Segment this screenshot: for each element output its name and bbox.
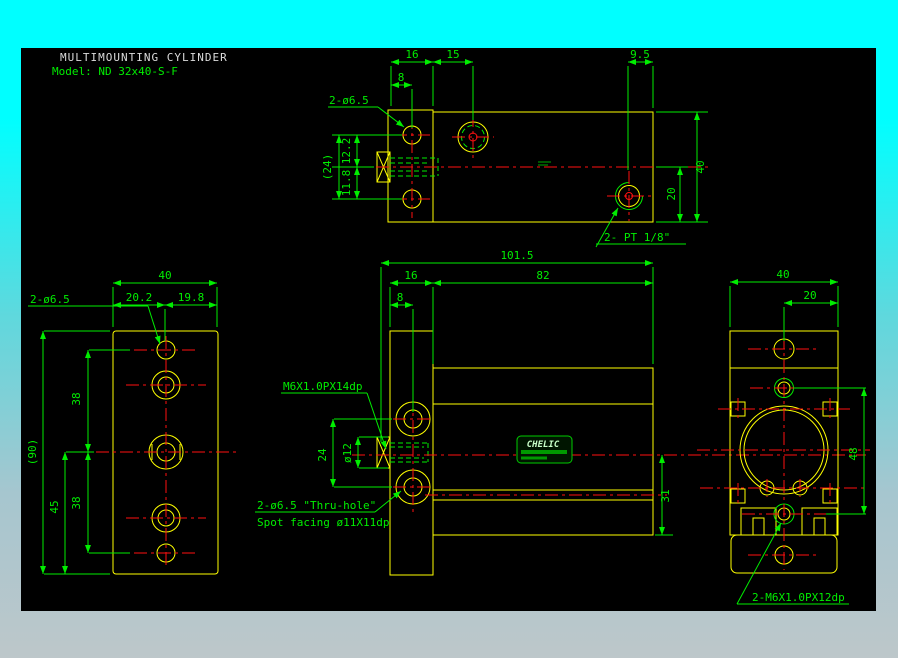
drawing-model: Model: ND 32x40-S-F: [52, 65, 178, 78]
drawing-title: MULTIMOUNTING CYLINDER: [60, 51, 228, 64]
dim-label: 20: [665, 187, 678, 200]
thru-hole-callout: 2-ø6.5 "Thru-hole": [257, 499, 376, 512]
dim-label: 101.5: [500, 249, 533, 262]
logo-text: CHELIC: [527, 440, 560, 450]
dim-label: 20: [803, 289, 816, 302]
dim-label: 45: [48, 500, 61, 513]
dim-label: 82: [536, 269, 549, 282]
dim-label: 19.8: [178, 291, 205, 304]
dim-label: 48: [847, 447, 860, 460]
thread-callout: 2-M6X1.0PX12dp: [752, 591, 845, 604]
dim-label: 40: [776, 268, 789, 281]
dim-label: (24): [321, 154, 334, 181]
thread-callout: M6X1.0PX14dp: [283, 380, 362, 393]
dim-label: 15: [446, 48, 459, 61]
dim-label: ø12: [341, 443, 354, 463]
dim-label: 16: [404, 269, 417, 282]
dim-label: 24: [316, 448, 329, 462]
brand-logo: CHELIC: [516, 435, 573, 464]
spot-facing-callout: Spot facing ø11X11dp: [257, 516, 389, 529]
dim-label: 16: [405, 48, 418, 61]
dim-label: 8: [398, 71, 405, 84]
port-callout: 2- PT 1/8": [604, 231, 670, 244]
dim-label: 31: [659, 489, 672, 502]
dim-label: 38: [70, 392, 83, 405]
dim-label: 9.5: [630, 48, 650, 61]
dim-label: 8: [397, 291, 404, 304]
dim-label: 38: [70, 496, 83, 509]
drawing-canvas[interactable]: [21, 48, 876, 611]
cad-viewport: MULTIMOUNTING CYLINDER Model: ND 32x40-S…: [21, 48, 876, 611]
dim-label: 12.2: [340, 138, 353, 165]
hole-callout: 2-ø6.5: [30, 293, 70, 306]
dim-label: 11.8: [340, 170, 353, 197]
dim-label: (90): [26, 439, 39, 466]
dim-label: 40: [158, 269, 171, 282]
dim-label: 20.2: [126, 291, 153, 304]
hole-callout: 2-ø6.5: [329, 94, 369, 107]
dim-label: 40: [694, 160, 707, 173]
